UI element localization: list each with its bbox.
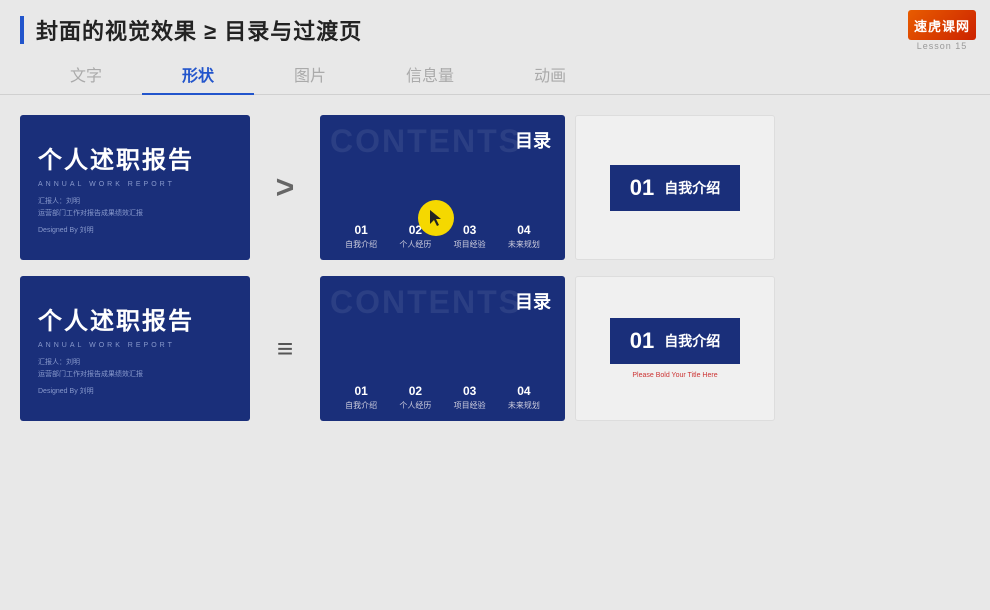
yellow-cursor [418, 200, 454, 236]
slide1-main-title: 个人述职报告 [38, 140, 232, 175]
slide-white-2-title: 自我介绍 [664, 331, 720, 351]
tab-animation[interactable]: 动画 [494, 54, 606, 94]
slide-blue-1: 个人述职报告 ANNUAL WORK REPORT 汇报人：刘明 运营部门工作对… [20, 115, 250, 260]
slide-white-2-box: 01 自我介绍 [610, 318, 740, 364]
page-title: 封面的视觉效果 ≥ 目录与过渡页 [36, 14, 362, 46]
slide1-designer: Designed By 刘明 [38, 225, 232, 235]
slide2-designer: Designed By 刘明 [38, 386, 232, 396]
contents2-items: 01 自我介绍 02 个人经历 03 项目经验 04 未来规划 [334, 376, 551, 411]
slide-contents-1: CONTENTS 目录 01 自我介绍 02 个人经历 03 项目经验 04 未… [320, 115, 565, 260]
slide-white-2-sub: Please Bold Your Title Here [632, 372, 717, 379]
cont-item-2: 03 项目经验 [454, 223, 486, 250]
contents2-title: 目录 [334, 288, 551, 314]
logo-icon: 速虎课网 [908, 10, 976, 40]
tab-info[interactable]: 信息量 [366, 54, 494, 94]
tab-shape[interactable]: 形状 [142, 54, 254, 94]
slide2-main-title: 个人述职报告 [38, 301, 232, 336]
nav-tabs: 文字 形状 图片 信息量 动画 [0, 54, 990, 95]
contents-title: 目录 [334, 127, 551, 153]
cont2-item-2: 03 项目经验 [454, 384, 486, 411]
cont-item-3: 04 未来规划 [508, 223, 540, 250]
tab-image[interactable]: 图片 [254, 54, 366, 94]
header-accent-bar [20, 16, 24, 44]
slide1-sub-title: ANNUAL WORK REPORT [38, 181, 232, 188]
cont2-item-3: 04 未来规划 [508, 384, 540, 411]
row1-symbol: > [260, 169, 310, 206]
cont-item-0: 01 自我介绍 [345, 223, 377, 250]
main-content: 个人述职报告 ANNUAL WORK REPORT 汇报人：刘明 运营部门工作对… [0, 105, 990, 431]
slide-white-2-num: 01 [630, 328, 654, 354]
row2: 个人述职报告 ANNUAL WORK REPORT 汇报人：刘明 运营部门工作对… [20, 276, 970, 421]
cont2-item-1: 02 个人经历 [399, 384, 431, 411]
slide-white-1-title: 自我介绍 [664, 178, 720, 198]
logo: 速虎课网 Lesson 15 [908, 10, 976, 51]
header: 封面的视觉效果 ≥ 目录与过渡页 速虎课网 Lesson 15 [0, 0, 990, 54]
row2-symbol: ≡ [260, 333, 310, 365]
slide-white-1: 01 自我介绍 [575, 115, 775, 260]
slide2-sub-title: ANNUAL WORK REPORT [38, 342, 232, 349]
slide-blue-2: 个人述职报告 ANNUAL WORK REPORT 汇报人：刘明 运营部门工作对… [20, 276, 250, 421]
cursor-arrow-icon [428, 208, 444, 228]
slide-white-2: 01 自我介绍 Please Bold Your Title Here [575, 276, 775, 421]
slide-white-1-num: 01 [630, 175, 654, 201]
slide2-author: 汇报人：刘明 运营部门工作对报告成果绩效汇报 [38, 357, 232, 379]
slide-white-1-box: 01 自我介绍 [610, 165, 740, 211]
cont2-item-0: 01 自我介绍 [345, 384, 377, 411]
slide-contents-2: CONTENTS 目录 01 自我介绍 02 个人经历 03 项目经验 04 未… [320, 276, 565, 421]
slide1-author: 汇报人：刘明 运营部门工作对报告成果绩效汇报 [38, 196, 232, 218]
logo-lesson: Lesson 15 [917, 41, 968, 51]
row1: 个人述职报告 ANNUAL WORK REPORT 汇报人：刘明 运营部门工作对… [20, 115, 970, 260]
tab-text[interactable]: 文字 [30, 54, 142, 94]
